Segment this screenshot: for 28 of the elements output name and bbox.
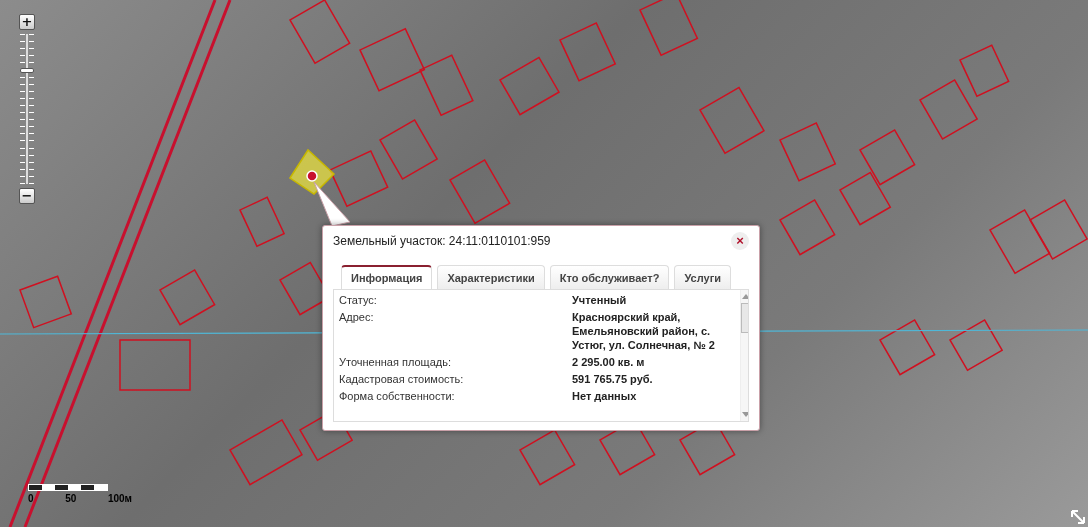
close-button[interactable]: × <box>731 232 749 250</box>
field-value: 2 295.00 кв. м <box>572 355 646 369</box>
scrollbar[interactable] <box>740 290 748 421</box>
scroll-up-icon[interactable] <box>742 293 748 299</box>
tab[interactable]: Характеристики <box>437 265 545 289</box>
scale-label: 100м <box>107 493 132 504</box>
scroll-down-icon[interactable] <box>742 412 748 418</box>
tab[interactable]: Кто обслуживает? <box>549 265 670 289</box>
zoom-in-button[interactable]: + <box>19 14 35 30</box>
scale-label: 0 <box>28 493 34 504</box>
zoom-out-button[interactable]: − <box>19 188 35 204</box>
tab[interactable]: Информация <box>341 265 433 289</box>
popup-title: Земельный участок: 24:11:0110101:959 <box>333 234 551 248</box>
field-value: 591 765.75 руб. <box>572 372 654 386</box>
field-value: Учтенный <box>572 293 628 307</box>
scale-label: 50 <box>65 493 77 504</box>
selected-parcel-icon[interactable] <box>288 148 336 196</box>
corner-arrow-icon[interactable] <box>1070 509 1086 525</box>
field-label: Статус: <box>339 293 378 307</box>
scrollbar-thumb[interactable] <box>741 303 748 333</box>
tab[interactable]: Услуги <box>674 265 731 289</box>
field-value: Нет данных <box>572 389 638 403</box>
field-label: Форма собственности: <box>339 389 456 403</box>
field-value: Красноярский край, Емельяновский район, с. Устюг, ул. Солнечная, № 2 <box>572 310 716 352</box>
field-label: Кадастровая стоимость: <box>339 372 465 386</box>
zoom-slider-thumb[interactable] <box>20 68 34 73</box>
field-label: Адрес: <box>339 310 375 325</box>
field-label: Уточненная площадь: <box>339 355 452 369</box>
